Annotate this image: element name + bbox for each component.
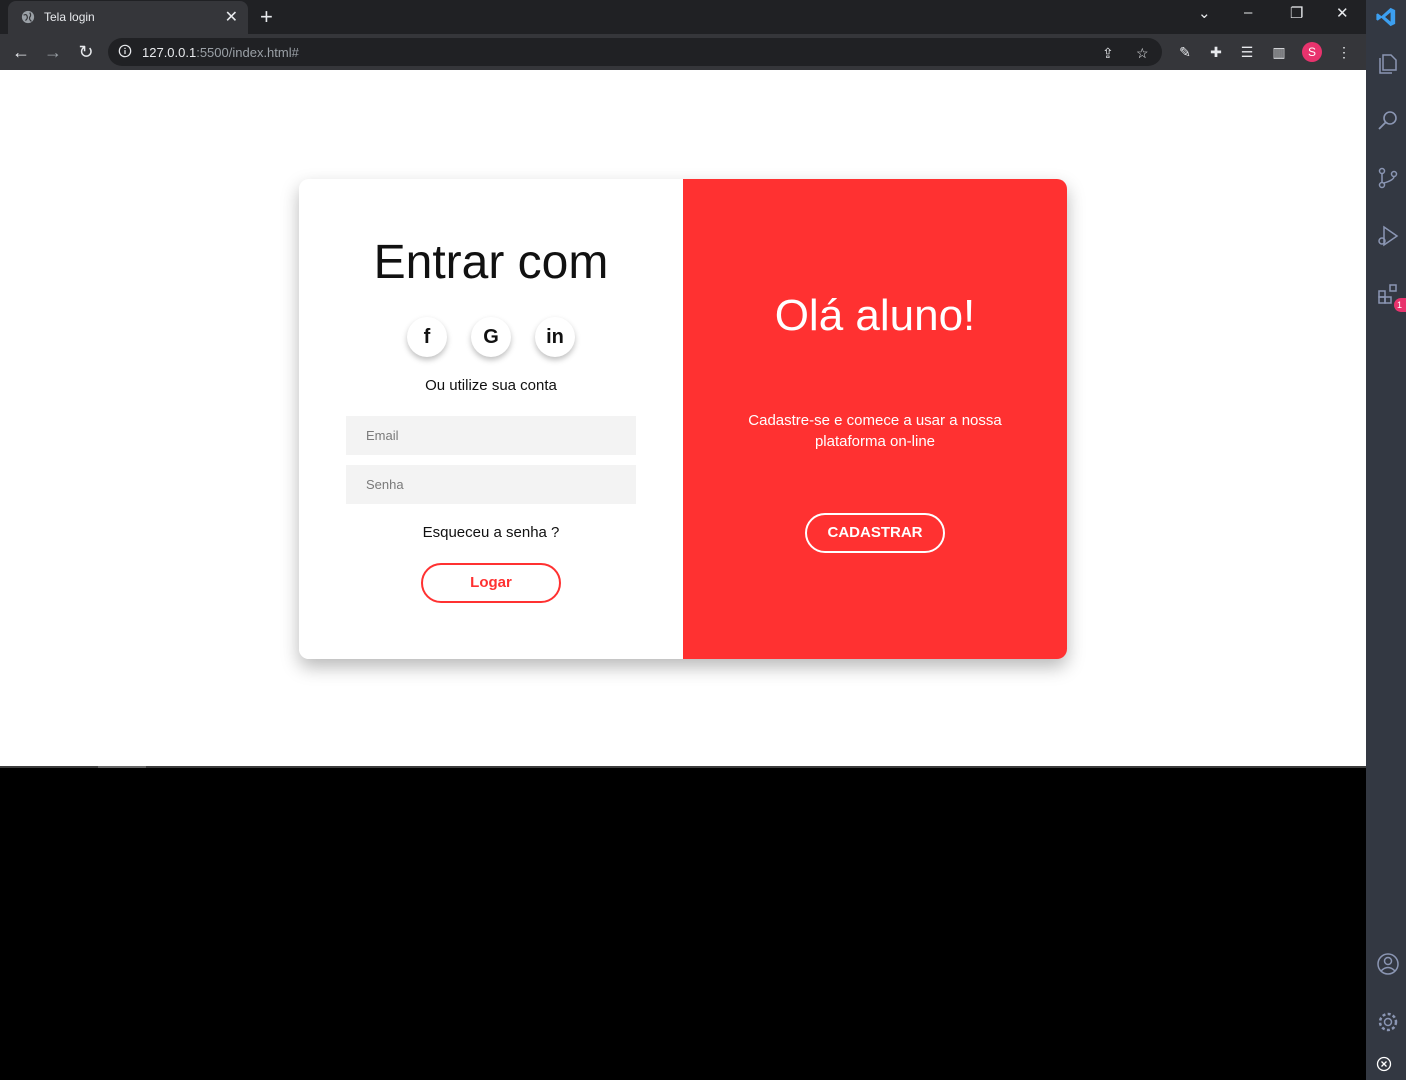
close-window-button[interactable]: ✕ <box>1336 4 1349 22</box>
run-debug-icon[interactable] <box>1376 224 1400 248</box>
page-viewport: Entrar com f G in Ou utilize sua conta E… <box>0 70 1366 766</box>
tab-search-icon[interactable]: ⌄ <box>1198 4 1211 22</box>
login-panel: Entrar com f G in Ou utilize sua conta E… <box>299 179 683 659</box>
vscode-logo-icon <box>1376 7 1396 27</box>
pen-extension-icon[interactable]: ✎ <box>1175 42 1195 62</box>
info-icon[interactable] <box>118 44 132 58</box>
email-field[interactable] <box>346 416 636 455</box>
search-icon[interactable] <box>1376 108 1400 132</box>
url-text: 127.0.0.1:5500/index.html# <box>142 45 299 60</box>
side-panel-icon[interactable]: ▥ <box>1269 42 1289 62</box>
tab-tela-login[interactable]: Tela login ✕ <box>8 1 248 34</box>
reload-icon[interactable]: ↻ <box>75 41 97 63</box>
tab-title: Tela login <box>44 10 95 24</box>
url-path: :5500/index.html# <box>196 45 299 60</box>
signup-title: Olá aluno! <box>774 291 976 340</box>
restore-button[interactable]: ❐ <box>1290 4 1303 22</box>
linkedin-button[interactable]: in <box>535 317 575 357</box>
forward-icon[interactable]: → <box>42 41 64 63</box>
extensions-icon[interactable]: ✚ <box>1206 42 1226 62</box>
password-field[interactable] <box>346 465 636 504</box>
login-button[interactable]: Logar <box>421 563 561 603</box>
browser-toolbar: ← → ↻ 127.0.0.1:5500/index.html# ⇪ ☆ ✎ ✚… <box>0 34 1366 70</box>
signup-button[interactable]: CADASTRAR <box>805 513 945 553</box>
tab-strip: Tela login ✕ + ⌄ – ❐ ✕ <box>0 0 1366 34</box>
social-buttons: f G in <box>299 317 683 357</box>
viewport-divider <box>0 766 1366 768</box>
profile-avatar[interactable]: S <box>1302 42 1322 62</box>
accounts-icon[interactable] <box>1376 952 1400 976</box>
address-bar[interactable]: 127.0.0.1:5500/index.html# ⇪ ☆ <box>108 38 1162 66</box>
google-button[interactable]: G <box>471 317 511 357</box>
globe-icon <box>21 10 35 24</box>
url-host: 127.0.0.1 <box>142 45 197 60</box>
facebook-button[interactable]: f <box>407 317 447 357</box>
browser-window: Tela login ✕ + ⌄ – ❐ ✕ ← → ↻ 127.0.0.1:5… <box>0 0 1366 1080</box>
signup-panel: Olá aluno! Cadastre-se e comece a usar a… <box>683 179 1067 659</box>
settings-gear-icon[interactable] <box>1376 1010 1400 1034</box>
share-icon[interactable]: ⇪ <box>1102 45 1114 62</box>
back-icon[interactable]: ← <box>10 41 32 63</box>
bookmark-star-icon[interactable]: ☆ <box>1136 45 1149 62</box>
reading-list-icon[interactable]: ☰ <box>1237 42 1257 62</box>
menu-kebab-icon[interactable]: ⋮ <box>1334 42 1354 62</box>
vscode-activity-bar <box>1366 0 1406 1080</box>
explorer-icon[interactable] <box>1376 52 1400 76</box>
alt-login-text: Ou utilize sua conta <box>425 377 557 394</box>
forgot-password-link[interactable]: Esqueceu a senha ? <box>299 524 683 541</box>
source-control-icon[interactable] <box>1376 166 1400 190</box>
extensions-badge: 1 <box>1394 298 1406 312</box>
status-error-icon[interactable] <box>1376 1056 1392 1072</box>
close-tab-icon[interactable]: ✕ <box>225 7 238 27</box>
minimize-button[interactable]: – <box>1244 4 1252 21</box>
login-title: Entrar com <box>373 236 609 289</box>
new-tab-button[interactable]: + <box>260 4 273 30</box>
login-card: Entrar com f G in Ou utilize sua conta E… <box>299 179 1067 659</box>
signup-text: Cadastre-se e comece a usar a nossa plat… <box>748 412 1002 450</box>
